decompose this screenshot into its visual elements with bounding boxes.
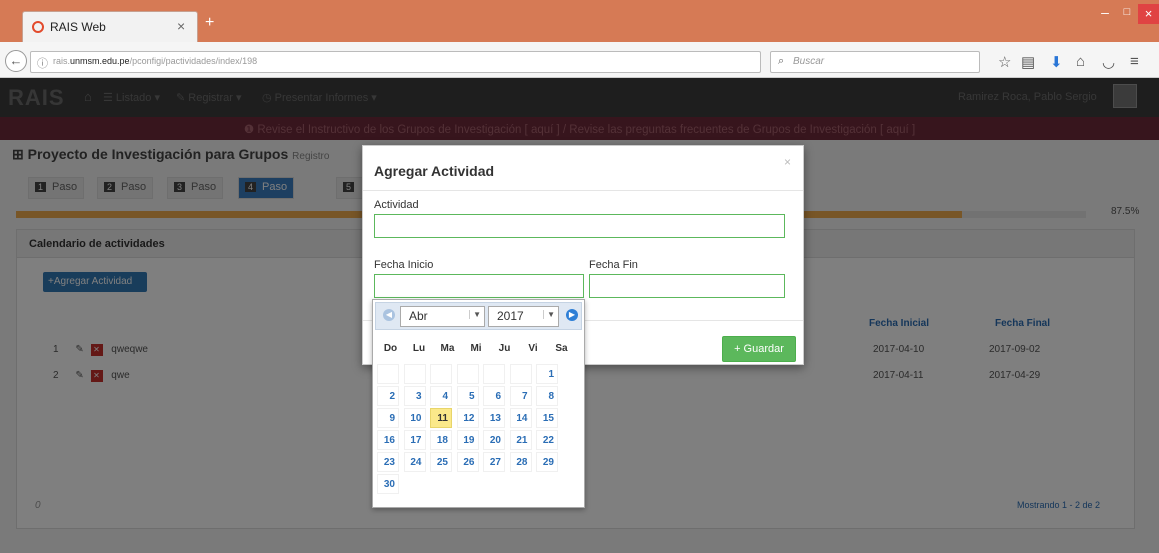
info-icon[interactable]: ⓘ bbox=[37, 55, 48, 71]
search-placeholder: Buscar bbox=[793, 56, 825, 67]
pocket-icon[interactable]: ◡ bbox=[1102, 53, 1115, 71]
fecha-fin-label: Fecha Fin bbox=[589, 259, 638, 271]
day-empty bbox=[403, 364, 426, 384]
day-cell[interactable]: 29 bbox=[536, 452, 558, 472]
chevron-down-icon: ▼ bbox=[543, 310, 555, 319]
day-cell[interactable]: 9 bbox=[377, 408, 399, 428]
favicon-icon bbox=[32, 21, 44, 33]
day-cell[interactable]: 17 bbox=[403, 430, 426, 450]
day-empty bbox=[377, 364, 399, 384]
weekday-label: Sa bbox=[555, 343, 568, 354]
weekday-label: Ju bbox=[498, 343, 511, 354]
day-cell[interactable]: 26 bbox=[456, 452, 479, 472]
browser-titlebar: RAIS Web × + – □ × bbox=[0, 0, 1159, 42]
window-close-button[interactable]: × bbox=[1138, 4, 1159, 24]
day-cell[interactable]: 25 bbox=[430, 452, 452, 472]
day-cell[interactable]: 8 bbox=[536, 386, 558, 406]
day-cell[interactable]: 7 bbox=[509, 386, 532, 406]
day-cell[interactable]: 19 bbox=[456, 430, 479, 450]
modal-close-icon[interactable]: × bbox=[784, 155, 791, 169]
day-empty bbox=[509, 364, 532, 384]
actividad-label: Actividad bbox=[374, 199, 419, 211]
weekday-label: Ma bbox=[440, 343, 455, 354]
home-icon[interactable]: ⌂ bbox=[1076, 53, 1085, 70]
day-cell[interactable]: 2 bbox=[377, 386, 399, 406]
day-cell[interactable]: 28 bbox=[509, 452, 532, 472]
actividad-input[interactable] bbox=[374, 214, 785, 238]
search-icon: ⌕ bbox=[778, 55, 785, 67]
weekday-label: Do bbox=[383, 343, 398, 354]
month-select[interactable]: Abr ▼ bbox=[400, 306, 485, 327]
day-cell[interactable]: 22 bbox=[536, 430, 558, 450]
day-cell[interactable]: 15 bbox=[536, 408, 558, 428]
day-cell[interactable]: 4 bbox=[430, 386, 452, 406]
datepicker-header: ◀ Abr ▼ 2017 ▼ ▶ bbox=[375, 302, 582, 330]
day-cell-today[interactable]: 11 bbox=[430, 408, 452, 428]
url-bar[interactable]: ⓘ rais.unmsm.edu.pe/pconfigi/pactividade… bbox=[30, 51, 782, 73]
modal-divider bbox=[363, 190, 803, 191]
fecha-inicio-input[interactable] bbox=[374, 274, 584, 298]
day-cell[interactable]: 12 bbox=[456, 408, 479, 428]
day-cell[interactable]: 13 bbox=[483, 408, 505, 428]
day-cell[interactable]: 10 bbox=[403, 408, 426, 428]
tab-close-icon[interactable]: × bbox=[177, 18, 185, 34]
browser-tab[interactable]: RAIS Web × bbox=[22, 11, 198, 42]
new-tab-button[interactable]: + bbox=[205, 14, 214, 32]
window-minimize-button[interactable]: – bbox=[1094, 5, 1116, 22]
tab-title: RAIS Web bbox=[50, 20, 106, 34]
day-cell[interactable]: 23 bbox=[377, 452, 399, 472]
browser-search-box[interactable]: ⌕ Buscar bbox=[770, 51, 980, 73]
day-cell[interactable]: 21 bbox=[509, 430, 532, 450]
reading-list-icon[interactable]: ▤ bbox=[1021, 53, 1035, 71]
day-cell[interactable]: 14 bbox=[509, 408, 532, 428]
save-button[interactable]: + Guardar bbox=[722, 336, 796, 362]
day-empty bbox=[483, 364, 505, 384]
chevron-down-icon: ▼ bbox=[469, 310, 481, 319]
day-cell[interactable]: 5 bbox=[456, 386, 479, 406]
modal-title: Agregar Actividad bbox=[374, 163, 495, 179]
window-maximize-button[interactable]: □ bbox=[1117, 6, 1137, 22]
day-cell[interactable]: 18 bbox=[430, 430, 452, 450]
day-cell[interactable]: 30 bbox=[377, 474, 399, 494]
fecha-inicio-label: Fecha Inicio bbox=[374, 259, 434, 271]
day-cell[interactable]: 24 bbox=[403, 452, 426, 472]
year-select[interactable]: 2017 ▼ bbox=[488, 306, 559, 327]
next-month-icon[interactable]: ▶ bbox=[566, 309, 578, 321]
weekday-label: Mi bbox=[470, 343, 482, 354]
url-text: rais.unmsm.edu.pe/pconfigi/pactividades/… bbox=[53, 56, 258, 66]
day-cell[interactable]: 27 bbox=[483, 452, 505, 472]
weekday-label: Vi bbox=[528, 343, 538, 354]
day-cell[interactable]: 3 bbox=[403, 386, 426, 406]
datepicker: ◀ Abr ▼ 2017 ▼ ▶ Do Lu Ma Mi Ju Vi Sa 1234567891… bbox=[372, 299, 585, 508]
prev-month-icon[interactable]: ◀ bbox=[383, 309, 395, 321]
menu-icon[interactable]: ≡ bbox=[1130, 53, 1139, 70]
bookmark-star-icon[interactable]: ☆ bbox=[998, 53, 1011, 71]
browser-navbar: ← ⓘ rais.unmsm.edu.pe/pconfigi/pactivida… bbox=[0, 42, 1159, 78]
day-cell[interactable]: 1 bbox=[536, 364, 558, 384]
day-cell[interactable]: 20 bbox=[483, 430, 505, 450]
weekday-label: Lu bbox=[412, 343, 426, 354]
back-arrow-icon[interactable]: ← bbox=[5, 50, 27, 72]
day-empty bbox=[430, 364, 452, 384]
download-icon[interactable]: ⬇ bbox=[1050, 53, 1063, 71]
day-empty bbox=[456, 364, 479, 384]
day-cell[interactable]: 6 bbox=[483, 386, 505, 406]
day-cell[interactable]: 16 bbox=[377, 430, 399, 450]
fecha-fin-input[interactable] bbox=[589, 274, 785, 298]
